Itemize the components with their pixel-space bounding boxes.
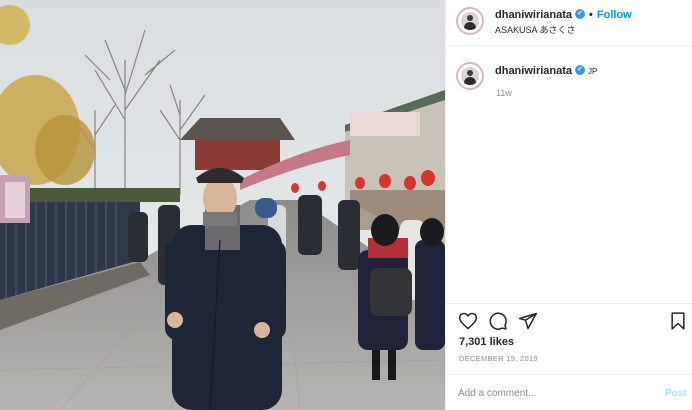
follow-button[interactable]: Follow	[597, 9, 632, 21]
post-comment-button[interactable]: Post	[665, 388, 687, 399]
location-link[interactable]: ASAKUSA あさくさ	[495, 23, 576, 36]
share-icon[interactable]	[518, 311, 538, 331]
comment-bar: Post	[446, 374, 692, 410]
heart-icon[interactable]	[458, 311, 478, 331]
caption-timestamp[interactable]: 11w	[496, 88, 512, 98]
separator-dot: •	[589, 9, 593, 21]
action-bar	[446, 303, 692, 333]
caption-user-row: dhaniwirianata ✓ JP	[495, 65, 597, 77]
likes-count[interactable]: 7,301 likes	[459, 336, 514, 348]
verified-badge-icon: ✓	[575, 65, 586, 76]
avatar[interactable]	[456, 7, 484, 35]
post-header: dhaniwirianata ✓ • Follow ASAKUSA あさくさ	[446, 0, 692, 46]
post-photo[interactable]	[0, 0, 445, 410]
username-link[interactable]: dhaniwirianata	[495, 9, 572, 21]
post-date[interactable]: DECEMBER 19, 2019	[459, 354, 538, 363]
post-side-panel: dhaniwirianata ✓ • Follow ASAKUSA あさくさ dhan…	[445, 0, 692, 410]
caption-text: JP	[588, 67, 598, 76]
comment-icon[interactable]	[488, 311, 508, 331]
header-user-row: dhaniwirianata ✓ • Follow	[495, 9, 632, 21]
comment-input[interactable]	[458, 383, 648, 403]
caption-username-link[interactable]: dhaniwirianata	[495, 65, 572, 77]
bookmark-icon[interactable]	[668, 311, 688, 331]
caption-avatar[interactable]	[456, 62, 484, 90]
verified-badge-icon: ✓	[575, 9, 586, 20]
